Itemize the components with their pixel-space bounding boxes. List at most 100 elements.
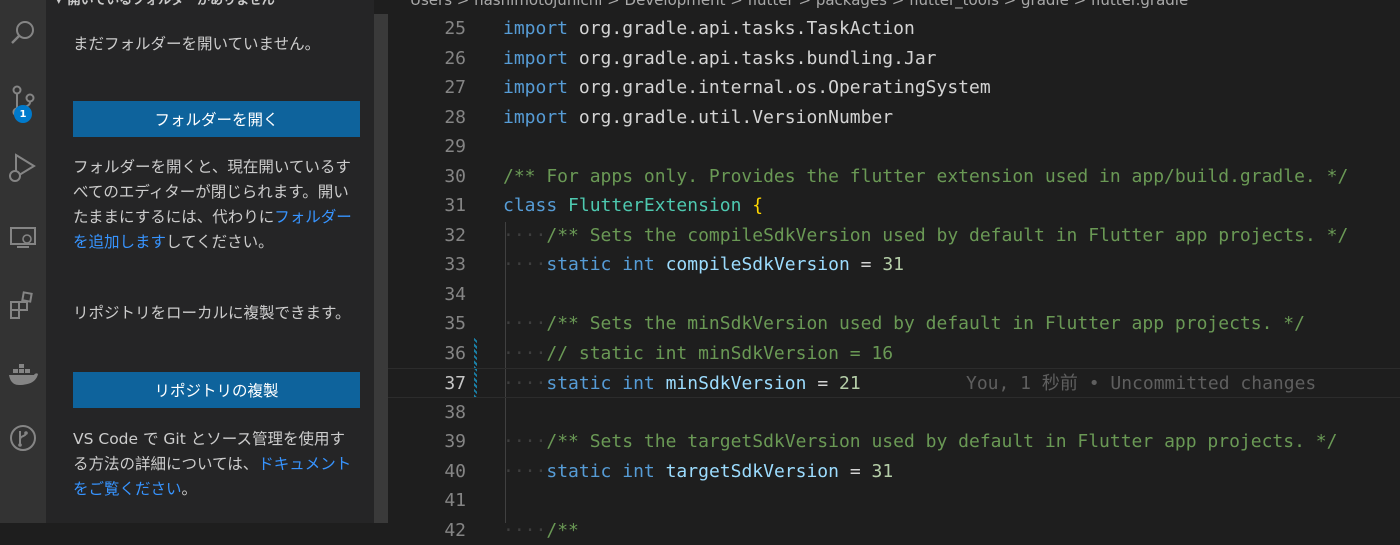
code-text: import org.gradle.util.VersionNumber xyxy=(503,103,893,133)
extensions-icon[interactable] xyxy=(0,282,46,328)
code-line: 25 import org.gradle.api.tasks.TaskActio… xyxy=(388,14,1400,44)
breadcrumb[interactable]: Users > hashimotojunichi > Development >… xyxy=(410,0,1188,9)
code-text: ····static int targetSdkVersion = 31 xyxy=(503,457,893,487)
line-number: 30 xyxy=(428,162,466,192)
line-number: 32 xyxy=(428,221,466,251)
variable: minSdkVersion xyxy=(666,373,807,394)
code-line: 32 ····/** Sets the compileSdkVersion us… xyxy=(388,221,1400,251)
keyword: int xyxy=(622,461,655,482)
git-docs-message: VS Code で Git とソース管理を使用する方法の詳細については、ドキュメ… xyxy=(73,427,358,502)
code-text: import org.gradle.api.tasks.bundling.Jar xyxy=(503,44,937,74)
code-line: 36 ····// static int minSdkVersion = 16 xyxy=(388,339,1400,369)
operator: = xyxy=(850,254,883,275)
keyword: static xyxy=(546,461,611,482)
operator: = xyxy=(806,373,839,394)
line-number: 37 xyxy=(428,369,466,399)
line-number: 41 xyxy=(428,486,466,516)
whitespace-dots: ···· xyxy=(503,343,546,364)
code-text: ····/** Sets the targetSdkVersion used b… xyxy=(503,427,1337,457)
search-icon[interactable] xyxy=(0,10,46,56)
git-graph-icon[interactable] xyxy=(0,415,46,461)
bracket: { xyxy=(752,195,763,216)
code-line-current: 37 ····static int minSdkVersion = 21 You… xyxy=(388,368,1400,398)
git-docs-tail: 。 xyxy=(182,480,198,498)
keyword: int xyxy=(622,254,655,275)
keyword: class xyxy=(503,195,557,216)
code-text: ····/** xyxy=(503,516,579,545)
code-editor[interactable]: 25 import org.gradle.api.tasks.TaskActio… xyxy=(388,0,1400,523)
run-debug-icon[interactable] xyxy=(0,143,46,189)
line-comment: // static int minSdkVersion = 16 xyxy=(546,343,893,364)
keyword: int xyxy=(622,373,655,394)
line-number: 42 xyxy=(428,516,466,545)
class-name: FlutterExtension xyxy=(568,195,741,216)
line-number: 38 xyxy=(428,398,466,428)
code-line: 35 ····/** Sets the minSdkVersion used b… xyxy=(388,309,1400,339)
keyword: import xyxy=(503,18,568,39)
code-line: 39 ····/** Sets the targetSdkVersion use… xyxy=(388,427,1400,457)
source-control-sidebar: ▾開いているフォルダーがありません まだフォルダーを開いていません。 フォルダー… xyxy=(46,0,374,523)
code-line: 31 class FlutterExtension { xyxy=(388,191,1400,221)
code-line: 34 xyxy=(388,280,1400,310)
code-text: class FlutterExtension { xyxy=(503,191,763,221)
line-number: 40 xyxy=(428,457,466,487)
open-folder-button[interactable]: フォルダーを開く xyxy=(73,101,360,137)
code-line: 38 xyxy=(388,398,1400,428)
sidebar-section-header[interactable]: ▾ 開いているフォルダーがありません xyxy=(56,0,275,8)
code-text: ····/** Sets the compileSdkVersion used … xyxy=(503,221,1348,251)
import-path: org.gradle.util.VersionNumber xyxy=(568,107,893,128)
doc-comment: /** Sets the compileSdkVersion used by d… xyxy=(546,225,1348,246)
line-number: 26 xyxy=(428,44,466,74)
import-path: org.gradle.internal.os.OperatingSystem xyxy=(568,77,991,98)
code-text: ····static int minSdkVersion = 21 xyxy=(503,369,861,399)
code-line: 26 import org.gradle.api.tasks.bundling.… xyxy=(388,44,1400,74)
keyword: static xyxy=(546,254,611,275)
code-line: 41 xyxy=(388,486,1400,516)
open-folder-note-tail: してください。 xyxy=(166,233,274,251)
doc-comment: /** For apps only. Provides the flutter … xyxy=(503,162,1348,192)
code-text: ····static int compileSdkVersion = 31 xyxy=(503,250,904,280)
keyword: import xyxy=(503,107,568,128)
whitespace-dots: ···· xyxy=(503,225,546,246)
clone-repository-button[interactable]: リポジトリの複製 xyxy=(73,372,360,408)
code-line: 28 import org.gradle.util.VersionNumber xyxy=(388,103,1400,133)
activity-bar: 1 xyxy=(0,0,46,523)
whitespace-dots: ···· xyxy=(503,254,546,275)
code-text: import org.gradle.internal.os.OperatingS… xyxy=(503,73,991,103)
number: 31 xyxy=(882,254,904,275)
code-line: 42 ····/** xyxy=(388,516,1400,545)
line-number: 29 xyxy=(428,132,466,162)
whitespace-dots: ···· xyxy=(503,461,546,482)
remote-explorer-icon[interactable] xyxy=(0,214,46,260)
whitespace-dots: ···· xyxy=(503,313,546,334)
git-blame-annotation[interactable]: You, 1 秒前 • Uncommitted changes xyxy=(966,369,1316,399)
sidebar-header-label: 開いているフォルダーがありません xyxy=(68,0,275,8)
line-number: 39 xyxy=(428,427,466,457)
line-number: 35 xyxy=(428,309,466,339)
code-text: import org.gradle.api.tasks.TaskAction xyxy=(503,14,915,44)
keyword: import xyxy=(503,48,568,69)
keyword: import xyxy=(503,77,568,98)
whitespace-dots: ···· xyxy=(503,373,546,394)
import-path: org.gradle.api.tasks.TaskAction xyxy=(568,18,915,39)
line-number: 36 xyxy=(428,339,466,369)
doc-comment: /** Sets the minSdkVersion used by defau… xyxy=(546,313,1305,334)
code-text: ····// static int minSdkVersion = 16 xyxy=(503,339,893,369)
whitespace-dots: ···· xyxy=(503,431,546,452)
sidebar-scrollbar[interactable] xyxy=(374,14,388,523)
docker-icon[interactable] xyxy=(0,350,46,396)
code-line: 29 xyxy=(388,132,1400,162)
import-path: org.gradle.api.tasks.bundling.Jar xyxy=(568,48,936,69)
code-line: 30 /** For apps only. Provides the flutt… xyxy=(388,162,1400,192)
variable: compileSdkVersion xyxy=(666,254,850,275)
open-folder-note: フォルダーを開くと、現在開いているすべてのエディターが閉じられます。開いたままに… xyxy=(73,155,358,255)
line-number: 28 xyxy=(428,103,466,133)
code-line: 27 import org.gradle.internal.os.Operati… xyxy=(388,73,1400,103)
variable: targetSdkVersion xyxy=(666,461,839,482)
code-text: ····/** Sets the minSdkVersion used by d… xyxy=(503,309,1305,339)
keyword: static xyxy=(546,373,611,394)
number: 31 xyxy=(872,461,894,482)
operator: = xyxy=(839,461,872,482)
chevron-down-icon: ▾ xyxy=(56,0,62,7)
source-control-badge: 1 xyxy=(14,105,32,123)
